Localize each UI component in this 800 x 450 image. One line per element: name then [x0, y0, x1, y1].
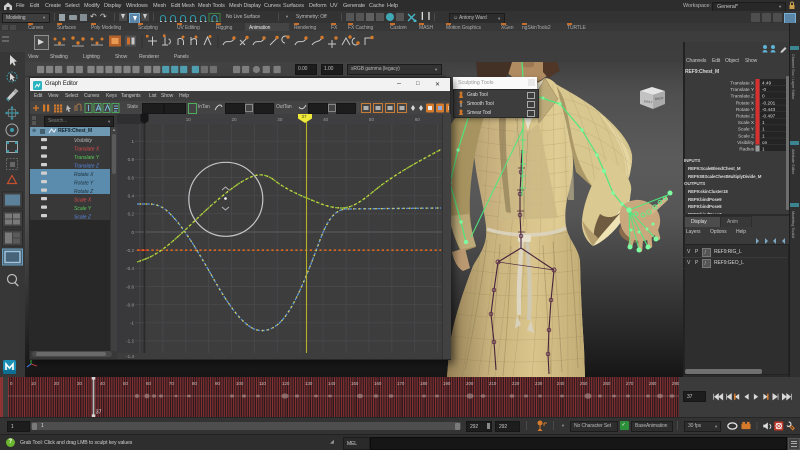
svg-text:-0.443: -0.443	[762, 107, 776, 112]
svg-text:290: 290	[672, 381, 679, 386]
svg-text:280: 280	[649, 381, 657, 386]
svg-text:Translate Y: Translate Y	[74, 155, 100, 161]
svg-text:Rotate X: Rotate X	[736, 100, 755, 105]
svg-text:0: 0	[131, 230, 134, 235]
svg-text:90: 90	[215, 381, 220, 386]
svg-text:0.8: 0.8	[128, 157, 135, 162]
svg-text:1: 1	[762, 120, 765, 125]
svg-text:Rotate X: Rotate X	[74, 172, 94, 178]
svg-text:20: 20	[54, 381, 59, 386]
svg-text:-0.201: -0.201	[762, 100, 776, 105]
svg-text:1: 1	[762, 147, 765, 152]
svg-text:1: 1	[131, 139, 134, 144]
svg-text:110: 110	[259, 381, 267, 386]
svg-text:Radius: Radius	[739, 147, 754, 152]
svg-text:Scale X: Scale X	[74, 197, 92, 203]
svg-text:0.2: 0.2	[128, 212, 135, 217]
svg-text:30: 30	[277, 117, 283, 122]
svg-text:0: 0	[762, 94, 765, 99]
svg-text:80: 80	[192, 381, 197, 386]
svg-text:10: 10	[31, 381, 36, 386]
svg-text:-0.6: -0.6	[126, 284, 134, 289]
svg-text:-0: -0	[762, 87, 767, 92]
svg-text:on: on	[762, 140, 768, 145]
svg-text:Rotate Y: Rotate Y	[736, 107, 755, 112]
svg-text:-0.497: -0.497	[762, 114, 776, 119]
svg-text:10: 10	[186, 117, 192, 122]
svg-text:Rotate Y: Rotate Y	[74, 180, 94, 186]
svg-text:Rotate Z: Rotate Z	[736, 114, 754, 119]
svg-text:0.6: 0.6	[128, 175, 135, 180]
svg-text:40: 40	[100, 381, 105, 386]
svg-text:Translate Y: Translate Y	[730, 87, 755, 92]
svg-text:100: 100	[236, 381, 244, 386]
svg-text:37: 37	[96, 410, 102, 416]
svg-text:Scale X: Scale X	[738, 120, 755, 125]
svg-text:Translate Z: Translate Z	[730, 94, 754, 99]
svg-text:40: 40	[323, 117, 329, 122]
svg-text:-0.4: -0.4	[126, 266, 134, 271]
svg-text:37: 37	[302, 114, 308, 119]
svg-text:60: 60	[415, 117, 421, 122]
svg-text:200: 200	[466, 381, 474, 386]
svg-text:130: 130	[305, 381, 313, 386]
svg-text:Scale Z: Scale Z	[738, 133, 754, 138]
svg-text:270: 270	[626, 381, 634, 386]
svg-text:190: 190	[443, 381, 451, 386]
svg-text:-0.2: -0.2	[126, 248, 134, 253]
svg-text:260: 260	[603, 381, 611, 386]
svg-text:Scale Y: Scale Y	[74, 206, 92, 212]
svg-text:Scale Y: Scale Y	[738, 127, 755, 132]
svg-text:230: 230	[535, 381, 543, 386]
svg-text:Visibility: Visibility	[74, 138, 92, 144]
svg-text:20: 20	[232, 117, 238, 122]
svg-text:250: 250	[580, 381, 588, 386]
svg-text:170: 170	[397, 381, 405, 386]
svg-text:240: 240	[557, 381, 565, 386]
svg-text:Visibility: Visibility	[737, 140, 755, 145]
svg-text:0.4: 0.4	[128, 194, 135, 199]
svg-text:140: 140	[328, 381, 336, 386]
svg-text:1: 1	[762, 133, 765, 138]
svg-text:30: 30	[77, 381, 82, 386]
svg-text:1: 1	[762, 127, 765, 132]
svg-text:4.49: 4.49	[762, 81, 772, 86]
svg-text:60: 60	[146, 381, 151, 386]
svg-text:Scale Z: Scale Z	[74, 214, 92, 220]
svg-text:-1: -1	[130, 321, 135, 326]
svg-text:50: 50	[123, 381, 128, 386]
svg-text:-0.8: -0.8	[126, 302, 134, 307]
svg-text:-1.4: -1.4	[126, 354, 134, 359]
svg-text:180: 180	[420, 381, 428, 386]
svg-text:210: 210	[489, 381, 497, 386]
svg-text:120: 120	[282, 381, 290, 386]
svg-text:Translate X: Translate X	[730, 81, 755, 86]
svg-text:Translate Z: Translate Z	[74, 163, 100, 169]
svg-text:150: 150	[351, 381, 359, 386]
svg-text:70: 70	[169, 381, 174, 386]
svg-text:-1.2: -1.2	[126, 339, 134, 344]
svg-text:50: 50	[369, 117, 375, 122]
svg-text:160: 160	[374, 381, 382, 386]
svg-text:Rotate Z: Rotate Z	[74, 189, 94, 195]
svg-text:Translate X: Translate X	[74, 146, 100, 152]
svg-text:220: 220	[512, 381, 520, 386]
